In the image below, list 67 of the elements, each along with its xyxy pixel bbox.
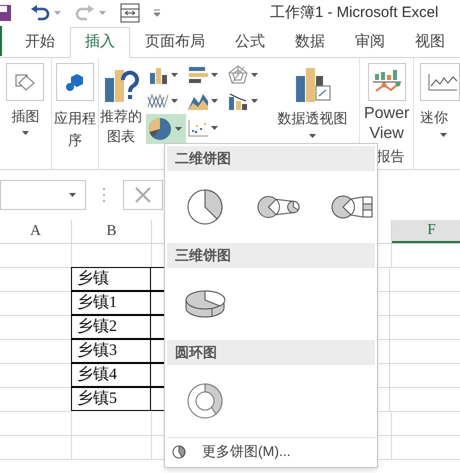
window-title: 工作簿1 - Microsoft Excel xyxy=(270,2,438,23)
pie-chart-icon xyxy=(146,117,173,141)
ribbon-tab[interactable]: 插入 xyxy=(70,27,130,58)
table-cell: 乡镇5 xyxy=(71,387,151,411)
ribbon-tab[interactable]: 公式 xyxy=(220,27,280,58)
caret-icon xyxy=(54,11,61,15)
caret-icon xyxy=(170,73,178,77)
apps-button[interactable] xyxy=(56,63,94,101)
bar-of-pie-icon xyxy=(331,194,375,220)
more-pie-charts-item[interactable]: 更多饼图(M)... xyxy=(167,438,375,465)
caret-icon xyxy=(210,99,218,103)
ribbon-tab[interactable]: 页面布局 xyxy=(130,27,220,58)
sparkline-icon xyxy=(427,72,458,92)
recommended-charts-label: 推荐的图表 xyxy=(99,107,144,146)
pie-of-pie-icon xyxy=(257,194,301,220)
bar-chart-icon xyxy=(186,65,209,85)
doughnut-chart-icon xyxy=(186,382,224,420)
table-cell: 乡镇3 xyxy=(71,339,151,363)
table-cell: 乡镇2 xyxy=(71,315,151,339)
shapes-icon xyxy=(14,72,36,92)
caret-icon xyxy=(250,73,258,77)
caret-icon xyxy=(210,126,218,130)
ribbon-tab[interactable]: 开始 xyxy=(10,27,70,58)
table-cell xyxy=(0,436,72,460)
customize-icon[interactable] xyxy=(154,9,160,17)
close-icon xyxy=(135,187,151,203)
ribbon-tab[interactable]: 视图 xyxy=(400,27,460,58)
chart-type-button[interactable] xyxy=(146,114,186,144)
scatter-chart-icon xyxy=(186,118,209,138)
sparklines-button[interactable] xyxy=(420,63,460,101)
undo-icon[interactable] xyxy=(30,5,50,21)
pivot-chart-label: 数据透视图 xyxy=(277,109,348,128)
table-cell: 乡镇 xyxy=(71,267,151,291)
ribbon-tab[interactable]: 数据 xyxy=(280,27,340,58)
radar-chart-icon xyxy=(226,65,249,85)
caret-icon xyxy=(170,99,178,103)
3d-pie-chart-icon xyxy=(184,288,226,320)
caret-icon xyxy=(308,134,316,138)
caret-icon xyxy=(69,193,76,197)
pie-chart-icon xyxy=(172,444,186,458)
column-header[interactable]: F xyxy=(392,220,460,243)
section-header: 圆环图 xyxy=(167,340,375,365)
table-cell: 乡镇4 xyxy=(71,363,151,387)
ribbon-tab[interactable]: 审阅 xyxy=(340,27,400,58)
pie-chart-icon xyxy=(186,188,224,226)
illustrations-label: 插图 xyxy=(11,107,40,125)
power-view-button[interactable] xyxy=(368,63,406,101)
caret-icon xyxy=(210,73,218,77)
apps-label: 应用程序 xyxy=(52,109,97,150)
table-cell: 乡镇1 xyxy=(71,291,151,315)
combo-chart-icon xyxy=(226,91,249,111)
section-header: 二维饼图 xyxy=(167,146,375,171)
section-header: 三维饼图 xyxy=(167,243,375,268)
touch-mode-icon[interactable] xyxy=(120,3,140,23)
group-label: 报告 xyxy=(376,147,404,166)
caret-icon xyxy=(250,99,258,103)
save-icon[interactable] xyxy=(0,4,12,22)
table-cell xyxy=(0,412,72,436)
caret-icon xyxy=(99,11,106,15)
illustrations-button[interactable] xyxy=(6,63,44,101)
caret-icon xyxy=(440,133,448,137)
caret-icon xyxy=(174,127,182,131)
power-view-label: Power View xyxy=(362,104,410,144)
hexagon-icon xyxy=(64,72,85,92)
caret-icon xyxy=(22,131,29,135)
line-chart-icon xyxy=(146,91,169,111)
sparklines-label: 迷你 xyxy=(420,108,448,127)
